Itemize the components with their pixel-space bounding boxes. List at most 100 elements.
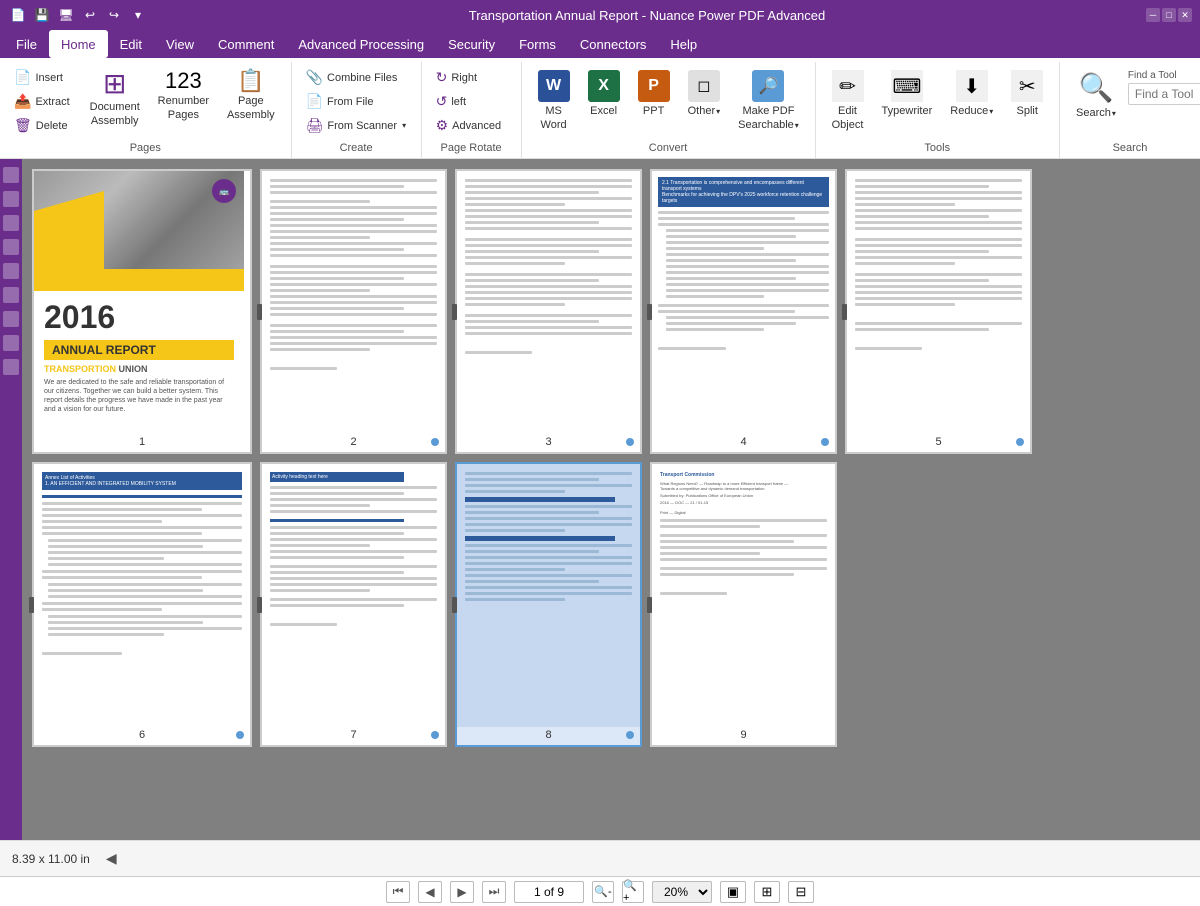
document-assembly-btn[interactable]: ⊞ DocumentAssembly [82, 66, 148, 133]
page-thumb-8[interactable]: 8 [455, 462, 642, 747]
close-btn[interactable]: ✕ [1178, 8, 1192, 22]
other-btn[interactable]: ◻ Other▾ [680, 66, 729, 122]
search-btn[interactable]: 🔍 Search▾ [1068, 66, 1124, 124]
maximize-btn[interactable]: □ [1162, 8, 1176, 22]
ppt-btn[interactable]: P PPT [630, 66, 678, 122]
rotate-advanced-icon: ⚙ [436, 117, 449, 134]
redo-btn[interactable]: ↪ [104, 5, 124, 25]
ribbon-section-page-rotate: ↻ Right ↺ left ⚙ Advanced Page Rotate [422, 62, 522, 158]
nav-first-btn[interactable]: ⏮ [386, 881, 410, 903]
page-3-content [457, 171, 640, 434]
edit-object-icon: ✏ [832, 70, 864, 102]
cover-photo: 🚌 [34, 171, 244, 291]
from-file-btn[interactable]: 📄 From File [300, 90, 380, 113]
ms-word-btn[interactable]: W MSWord [530, 66, 578, 137]
left-panel-btn-1[interactable] [3, 167, 19, 183]
ribbon-section-search: 🔍 Search▾ Find a Tool Search [1060, 62, 1200, 158]
minimize-btn[interactable]: ─ [1146, 8, 1160, 22]
bottom-bar: ⏮ ◀ ▶ ⏭ 1 of 9 🔍- 🔍+ 20% 10% 15% 25% 50%… [0, 876, 1200, 906]
split-btn[interactable]: ✂ Split [1003, 66, 1051, 122]
page-thumb-4[interactable]: 2.1 Transportation is comprehensive and … [650, 169, 837, 454]
left-panel-btn-4[interactable] [3, 239, 19, 255]
menu-help[interactable]: Help [658, 30, 709, 58]
typewriter-btn[interactable]: ⌨ Typewriter [874, 66, 941, 122]
ribbon-section-tools: ✏ EditObject ⌨ Typewriter ⬇ Reduce▾ ✂ Sp… [816, 62, 1060, 158]
page-4-heading: 2.1 Transportation is comprehensive and … [658, 177, 829, 207]
zoom-out-search-btn[interactable]: 🔍- [592, 881, 614, 903]
insert-icon: 📄 [14, 69, 31, 86]
ms-word-icon: W [538, 70, 570, 102]
rotate-right-btn[interactable]: ↻ Right [430, 66, 483, 89]
menu-connectors[interactable]: Connectors [568, 30, 658, 58]
other-icon: ◻ [688, 70, 720, 102]
page-thumb-1[interactable]: 🚌 2016 ANNUAL REPORT TRANSPORTION UNION … [32, 169, 252, 454]
find-tool-input[interactable] [1128, 83, 1200, 105]
app-icon: 📄 [8, 5, 28, 25]
save-btn[interactable]: 💾 [32, 5, 52, 25]
view-single-btn[interactable]: ▣ [720, 881, 746, 903]
rotate-advanced-btn[interactable]: ⚙ Advanced [430, 114, 508, 137]
page-assembly-btn[interactable]: 📋 PageAssembly [219, 66, 283, 127]
view-double-btn[interactable]: ⊞ [754, 881, 780, 903]
edit-object-btn[interactable]: ✏ EditObject [824, 66, 872, 137]
cover-page: 🚌 2016 ANNUAL REPORT TRANSPORTION UNION … [34, 171, 244, 434]
customize-btn[interactable]: ▾ [128, 5, 148, 25]
page-thumb-7[interactable]: Activity heading text here [260, 462, 447, 747]
left-panel-btn-6[interactable] [3, 287, 19, 303]
page-9-date: 2016 — DOC — 21 / 01-15Print — Digital [660, 500, 827, 515]
menu-home[interactable]: Home [49, 30, 108, 58]
page-5-dot [1016, 438, 1024, 446]
left-panel-btn-7[interactable] [3, 311, 19, 327]
excel-btn[interactable]: X Excel [580, 66, 628, 122]
extract-btn[interactable]: 📤 Extract [8, 90, 76, 113]
make-pdf-btn[interactable]: 🔎 Make PDFSearchable▾ [730, 66, 807, 137]
zoom-in-search-btn[interactable]: 🔍+ [622, 881, 644, 903]
page-6-heading: Annex List of Activities1. AN EFFICIENT … [42, 472, 242, 490]
page-3-dot [626, 438, 634, 446]
page-thumb-2[interactable]: 2 [260, 169, 447, 454]
reduce-btn[interactable]: ⬇ Reduce▾ [942, 66, 1001, 122]
from-scanner-btn[interactable]: 🖨 From Scanner ▾ [300, 114, 413, 137]
left-panel-btn-8[interactable] [3, 335, 19, 351]
pages-row-1: 🚌 2016 ANNUAL REPORT TRANSPORTION UNION … [32, 169, 1190, 454]
left-panel-btn-5[interactable] [3, 263, 19, 279]
menu-file[interactable]: File [4, 30, 49, 58]
page-1-num: 1 [34, 434, 250, 452]
menu-forms[interactable]: Forms [507, 30, 568, 58]
screen-btn[interactable]: 🖥 [56, 5, 76, 25]
status-bar: 8.39 x 11.00 in ◀ [0, 840, 1200, 876]
delete-btn[interactable]: 🗑 Delete [8, 114, 76, 137]
zoom-select[interactable]: 20% 10% 15% 25% 50% 75% 100% [652, 881, 712, 903]
combine-files-btn[interactable]: 📎 Combine Files [300, 66, 404, 89]
menu-security[interactable]: Security [436, 30, 507, 58]
view-scroll-btn[interactable]: ⊟ [788, 881, 814, 903]
page-9-num: 9 [652, 727, 835, 745]
menu-comment[interactable]: Comment [206, 30, 286, 58]
page-3-num: 3 [457, 434, 640, 452]
cover-company-name: TRANSPORTION [44, 364, 116, 374]
nav-next-btn[interactable]: ▶ [450, 881, 474, 903]
page-thumb-9[interactable]: Transport Commission What Regions Need? … [650, 462, 837, 747]
page-thumb-5[interactable]: 5 [845, 169, 1032, 454]
nav-prev-btn[interactable]: ◀ [418, 881, 442, 903]
nav-last-btn[interactable]: ⏭ [482, 881, 506, 903]
left-panel-btn-9[interactable] [3, 359, 19, 375]
page-number-input[interactable]: 1 of 9 [514, 881, 584, 903]
rotate-left-btn[interactable]: ↺ left [430, 90, 472, 113]
scroll-left-arrow[interactable]: ◀ [102, 848, 121, 869]
from-file-icon: 📄 [306, 93, 323, 110]
page-thumb-3[interactable]: 3 [455, 169, 642, 454]
left-panel-btn-3[interactable] [3, 215, 19, 231]
cover-logo: 🚌 [212, 179, 236, 203]
page-9-subtitle: What Regions Need? — Roadmap to a more E… [660, 481, 827, 491]
search-icon: 🔍 [1079, 70, 1113, 104]
left-panel-btn-2[interactable] [3, 191, 19, 207]
menu-view[interactable]: View [154, 30, 206, 58]
page-thumb-6[interactable]: Annex List of Activities1. AN EFFICIENT … [32, 462, 252, 747]
renumber-pages-btn[interactable]: 123 RenumberPages [150, 66, 217, 127]
insert-btn[interactable]: 📄 Insert [8, 66, 76, 89]
menu-edit[interactable]: Edit [108, 30, 154, 58]
undo-btn[interactable]: ↩ [80, 5, 100, 25]
menu-advanced-processing[interactable]: Advanced Processing [286, 30, 436, 58]
left-panel [0, 159, 22, 840]
